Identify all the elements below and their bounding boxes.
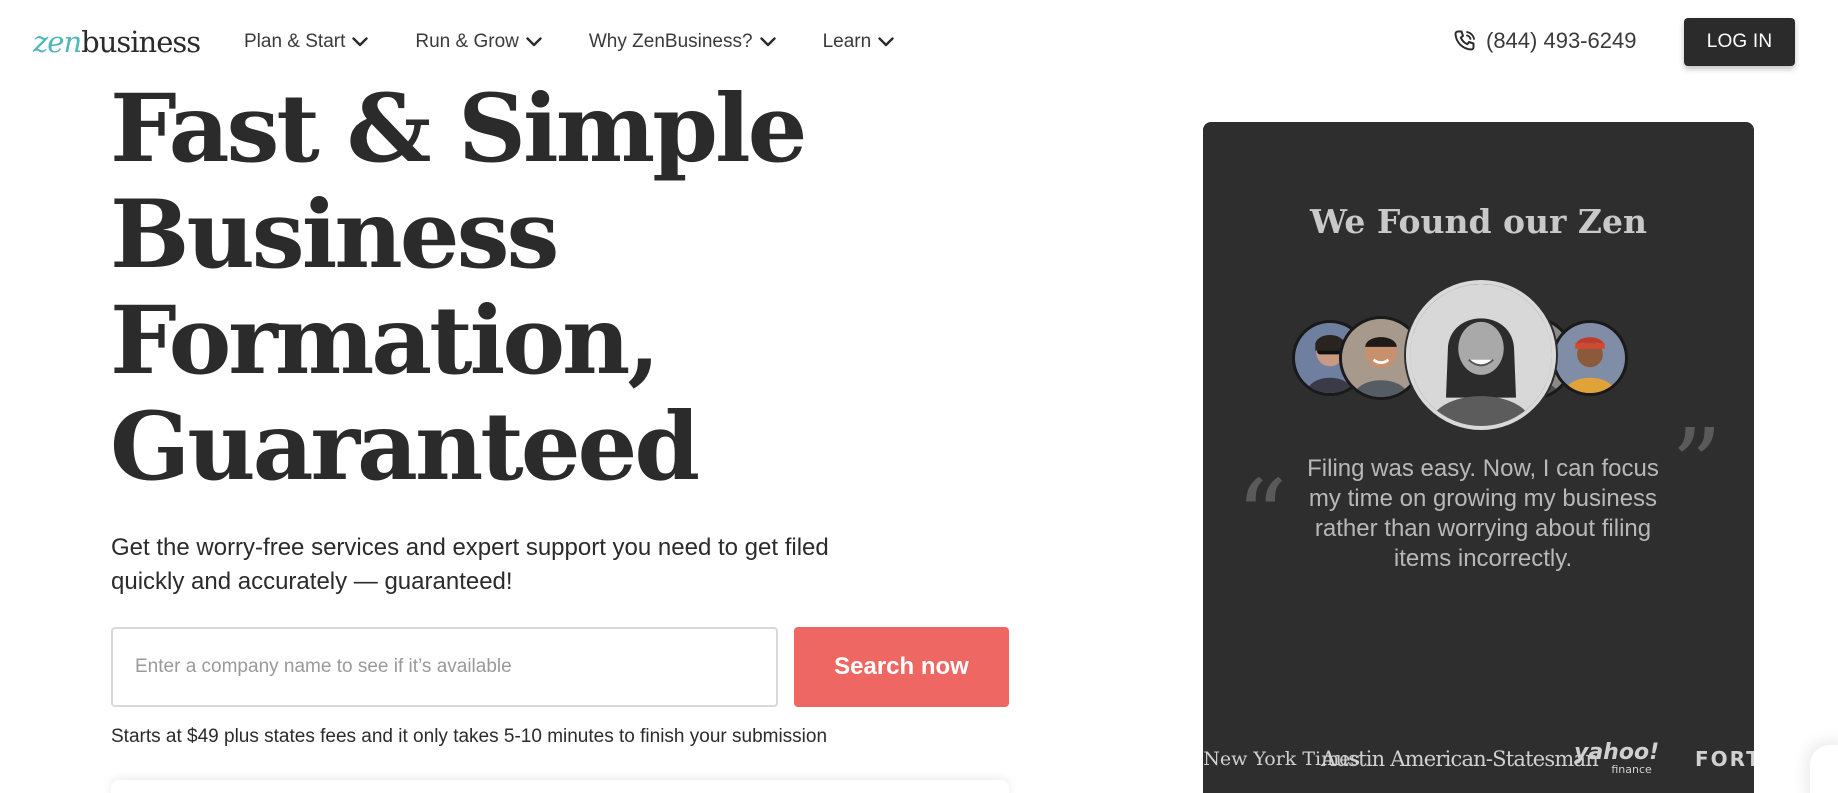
pricing-note: Starts at $49 plus states fees and it on… (111, 726, 828, 747)
chevron-down-icon (878, 37, 894, 47)
hero-title-line: Formation, (110, 286, 660, 396)
phone-number: (844) 493-6249 (1486, 28, 1637, 53)
testimonial-title: We Found our Zen (1310, 202, 1647, 241)
nav-run-grow[interactable]: Run & Grow (415, 31, 542, 53)
hero-subtitle: Get the worry-free services and expert s… (111, 534, 829, 595)
yahoo-finance-sub: finance (1611, 763, 1652, 776)
nav-label: Why ZenBusiness? (588, 31, 753, 52)
austin-american-statesman-logo: Austin American-Statesman (1321, 747, 1599, 771)
chevron-down-icon (759, 37, 776, 47)
nav-label: Plan & Start (244, 31, 346, 52)
press-logos: The New York Times Austin American-State… (1203, 742, 1754, 782)
yahoo-finance-logo: yahoo! finance (1574, 742, 1659, 776)
nav-label: Learn (822, 31, 872, 52)
logo-zen: zen (33, 25, 82, 59)
quote-open-mark: “ (1236, 458, 1288, 575)
phone-link[interactable]: (844) 493-6249 (1453, 28, 1636, 54)
search-now-button[interactable]: Search now (794, 627, 1009, 707)
chevron-down-icon (526, 37, 542, 47)
hero-title: Fast & Simple Business Formation, Guaran… (110, 76, 870, 500)
hero-title-line: Guaranteed (110, 392, 700, 502)
avatar-featured[interactable] (1406, 280, 1556, 430)
login-button[interactable]: LOG IN (1684, 18, 1795, 66)
quote-close-mark: ” (1671, 407, 1723, 524)
site-header: zenbusiness Plan & Start Run & Grow Why … (0, 0, 1838, 84)
avatar[interactable] (1552, 320, 1628, 396)
company-name-input[interactable] (111, 627, 778, 707)
card-peek (111, 780, 1009, 793)
hero-title-line: Fast & Simple (110, 74, 807, 184)
testimonial-quote: Filing was easy. Now, I can focus my tim… (1307, 455, 1659, 572)
yahoo-wordmark: yahoo! (1574, 740, 1660, 765)
hero-title-line: Business (110, 180, 559, 290)
phone-icon (1453, 29, 1477, 53)
chat-widget-edge[interactable] (1810, 745, 1838, 793)
logo-business: business (81, 25, 201, 59)
nav-plan-start[interactable]: Plan & Start (244, 31, 369, 53)
chevron-down-icon (352, 37, 369, 47)
fortune-logo: FORTUNE (1695, 747, 1754, 771)
main-nav: Plan & Start Run & Grow Why ZenBusiness?… (244, 28, 941, 56)
zenbusiness-logo[interactable]: zenbusiness (33, 22, 201, 62)
testimonial-panel: We Found our Zen “ ” Filing was easy. No… (1203, 122, 1754, 793)
nav-label: Run & Grow (415, 31, 519, 52)
nav-why-zenbusiness[interactable]: Why ZenBusiness? (589, 31, 776, 53)
nav-learn[interactable]: Learn (823, 31, 895, 53)
